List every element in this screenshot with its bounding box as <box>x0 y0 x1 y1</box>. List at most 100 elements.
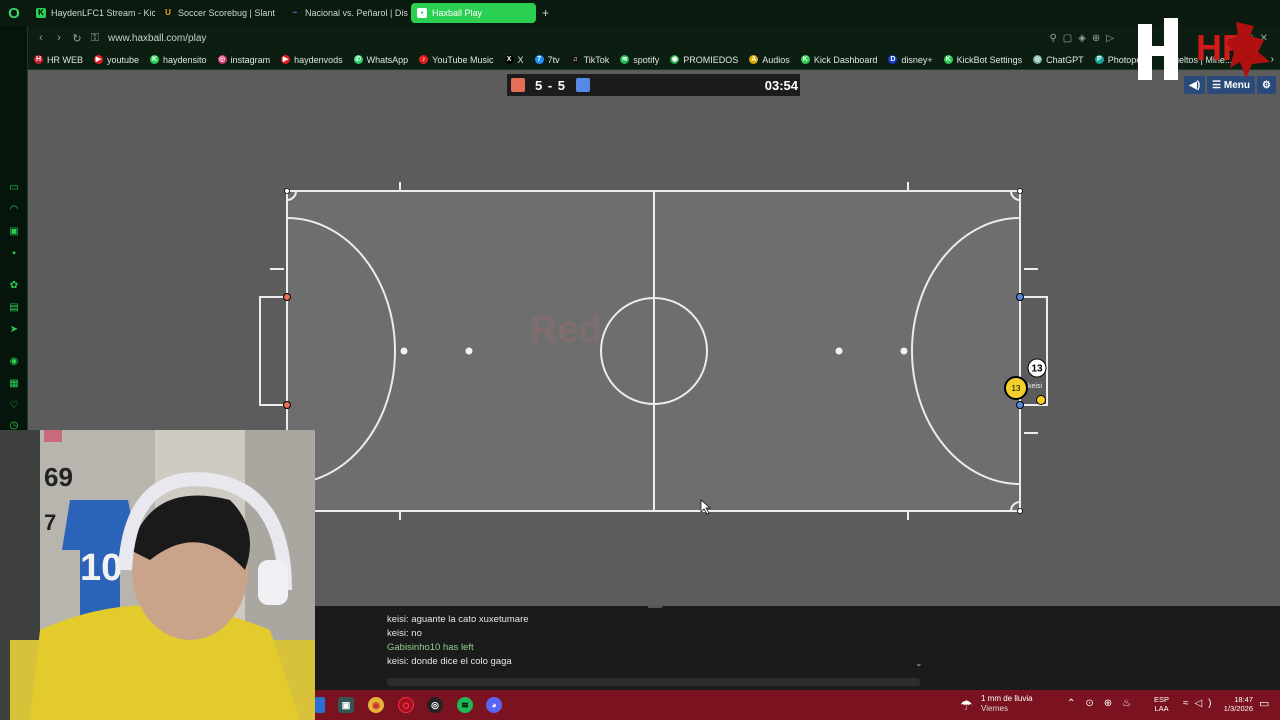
weather-widget[interactable]: 1 mm de lluvia Viernes <box>981 694 1033 714</box>
red-goalpost-top <box>283 293 291 301</box>
game-chat: keisi: aguante la cato xuxetumare keisi:… <box>315 606 1280 690</box>
webcam-overlay: 69 7 10 <box>0 430 315 720</box>
tab-label: Soccer Scorebug | Slant <box>178 8 275 18</box>
bookmark-item[interactable]: ▶ haydenvods <box>281 55 343 65</box>
telegram-icon[interactable]: ➤ <box>8 324 20 336</box>
hr-logo: HR <box>1134 18 1280 80</box>
windows-taskbar: ▣ ◉ O ◎ ≋ ◕ ☂ 1 mm de lluvia Viernes ⌃⊙⊕… <box>315 690 1280 720</box>
tray-icons[interactable]: ⌃⊙⊕♨ <box>1067 698 1141 709</box>
bookmark-label: 7tv <box>547 54 560 65</box>
bookmark-label: haydenvods <box>294 54 343 65</box>
scoreboard: 5 - 5 03:54 <box>507 74 800 96</box>
weather-subtext: Viernes <box>981 704 1008 713</box>
bookmark-item[interactable]: ▶ youtube <box>94 55 139 65</box>
bookmark-icon: ◎ <box>217 55 227 64</box>
flow-icon[interactable]: ▭ <box>8 182 20 194</box>
bookmark-item[interactable]: ♫ TikTok <box>570 55 609 65</box>
bookmark-item[interactable]: A Audios <box>749 55 790 65</box>
obs-icon[interactable]: ◎ <box>427 697 443 713</box>
opera-logo-icon[interactable]: O <box>0 0 28 26</box>
player-name: keisi <box>1028 383 1042 390</box>
tab-3[interactable]: ▪ Haxball Play <box>411 3 536 23</box>
bookmark-item[interactable]: ≋ spotify <box>620 55 659 65</box>
clock-time: 18:47 <box>1234 695 1253 704</box>
kick-icon: K <box>36 8 46 18</box>
whatsapp-icon[interactable]: ◉ <box>8 356 20 368</box>
clock[interactable]: 18:47 1/3/2026 <box>1217 695 1253 713</box>
weather-icon: ☂ <box>960 697 973 713</box>
reload-icon[interactable]: ↻ <box>68 32 86 45</box>
bookmark-icon: X <box>504 55 514 64</box>
chat-message: keisi: aguante la cato xuxetumare <box>387 614 529 625</box>
chat-scroll-down-icon[interactable]: ⌄ <box>915 658 923 669</box>
red-team-square <box>511 78 525 92</box>
wall-number: 69 <box>44 462 73 492</box>
bookmark-item[interactable]: 7 7tv <box>534 54 560 65</box>
bookmark-label: KickBot Settings <box>956 54 1023 65</box>
discord-tab-icon: ~ <box>292 8 298 17</box>
bookmark-icon: ≋ <box>620 55 630 64</box>
bookmark-label: disney+ <box>901 54 933 65</box>
bookmark-label: youtube <box>107 54 140 65</box>
browser-tab-bar: O K HaydenLFC1 Stream - Kick U Soccer Scor… <box>0 0 1280 26</box>
bookmark-label: instagram <box>230 54 271 65</box>
tab-1[interactable]: U Soccer Scorebug | Slant <box>157 3 282 23</box>
heart-icon[interactable]: ♡ <box>8 400 20 412</box>
url-input[interactable]: www.haxball.com/play <box>108 33 206 44</box>
bookmark-item[interactable]: ◉ PROMIEDOS <box>670 55 738 65</box>
bookmark-item[interactable]: K KickBot Settings <box>943 54 1023 65</box>
bookmark-label: PROMIEDOS <box>683 54 739 65</box>
aria-icon[interactable]: ◠ <box>8 204 20 216</box>
workspace-icon[interactable]: ▣ <box>8 226 20 238</box>
bookmark-icon: ▶ <box>281 55 291 64</box>
forward-icon[interactable]: › <box>50 32 68 44</box>
bookmark-item[interactable]: Ddisney+ <box>888 54 933 65</box>
tab-0[interactable]: K HaydenLFC1 Stream - Kick <box>30 3 155 23</box>
tab-label: HaydenLFC1 Stream - Kick <box>51 8 155 18</box>
lock-icon: ⚿ <box>90 31 100 44</box>
bookmark-item[interactable]: ♪ YouTube Music <box>419 54 494 65</box>
back-icon[interactable]: ‹ <box>32 32 50 44</box>
bookmark-icon: ✆ <box>353 55 363 64</box>
messenger-icon[interactable]: ▪ <box>8 248 20 260</box>
tab-2[interactable]: ~ Nacional vs. Peñarol | Dis <box>284 3 409 23</box>
bookmark-item[interactable]: H HR WEB <box>34 55 83 65</box>
bookmark-item[interactable]: XX <box>504 54 524 65</box>
chatgpt-icon[interactable]: ✿ <box>8 280 20 292</box>
chrome-icon[interactable]: ◉ <box>368 697 384 713</box>
discord-icon[interactable]: ◕ <box>486 697 502 713</box>
address-bar-actions-icon[interactable]: ⚲▢◈⊕▷ <box>1049 33 1120 44</box>
bookmark-label: X <box>517 54 524 65</box>
apps-icon[interactable]: ▦ <box>8 378 20 390</box>
bookmark-icon: ♪ <box>419 55 429 64</box>
chat-input[interactable] <box>387 678 920 686</box>
chat-message: keisi: donde dice el colo gaga <box>387 656 512 667</box>
language-indicator[interactable]: ESP LAA <box>1154 695 1169 713</box>
bookmark-icon: K <box>150 55 160 64</box>
bookmark-label: YouTube Music <box>432 54 494 65</box>
bookmark-icon: A <box>749 55 759 64</box>
bookmark-item[interactable]: K Kick Dashboard <box>800 55 877 65</box>
bookmark-item[interactable]: Khaydensito <box>150 55 207 65</box>
terminal-icon[interactable]: ▣ <box>338 697 354 713</box>
weather-text: 1 mm de lluvia <box>981 694 1033 703</box>
notifications-icon[interactable]: ▭ <box>1259 697 1269 710</box>
lang-subtext: LAA <box>1154 704 1169 713</box>
bookmark-icon: 7 <box>534 55 544 64</box>
wall-number-2: 7 <box>44 510 56 535</box>
spotify-icon[interactable]: ≋ <box>457 697 473 713</box>
bookmark-item[interactable]: ✆ WhatsApp <box>353 54 409 65</box>
bookmarks-bar: H HR WEB ▶ youtube Khaydensito ◎ instagram ▶ hay… <box>28 50 1280 70</box>
bookmark-label: WhatsApp <box>366 54 409 65</box>
opera-gx-icon[interactable]: O <box>398 697 414 713</box>
tab-label: Nacional vs. Peñarol | Dis <box>305 8 408 18</box>
bookmark-item[interactable]: ◎ ChatGPT <box>1033 55 1084 65</box>
network-volume-icon[interactable]: ≈◁) <box>1183 698 1218 709</box>
blue-goalpost-top <box>1016 293 1024 301</box>
new-tab-plus-icon[interactable]: + <box>542 6 549 20</box>
player-disc-number: 13 <box>1012 384 1021 393</box>
lang-text: ESP <box>1154 695 1170 704</box>
bookmark-item[interactable]: ◎ instagram <box>217 54 271 65</box>
twitch-icon[interactable]: ▤ <box>8 302 20 314</box>
file-explorer-icon[interactable] <box>315 697 325 713</box>
